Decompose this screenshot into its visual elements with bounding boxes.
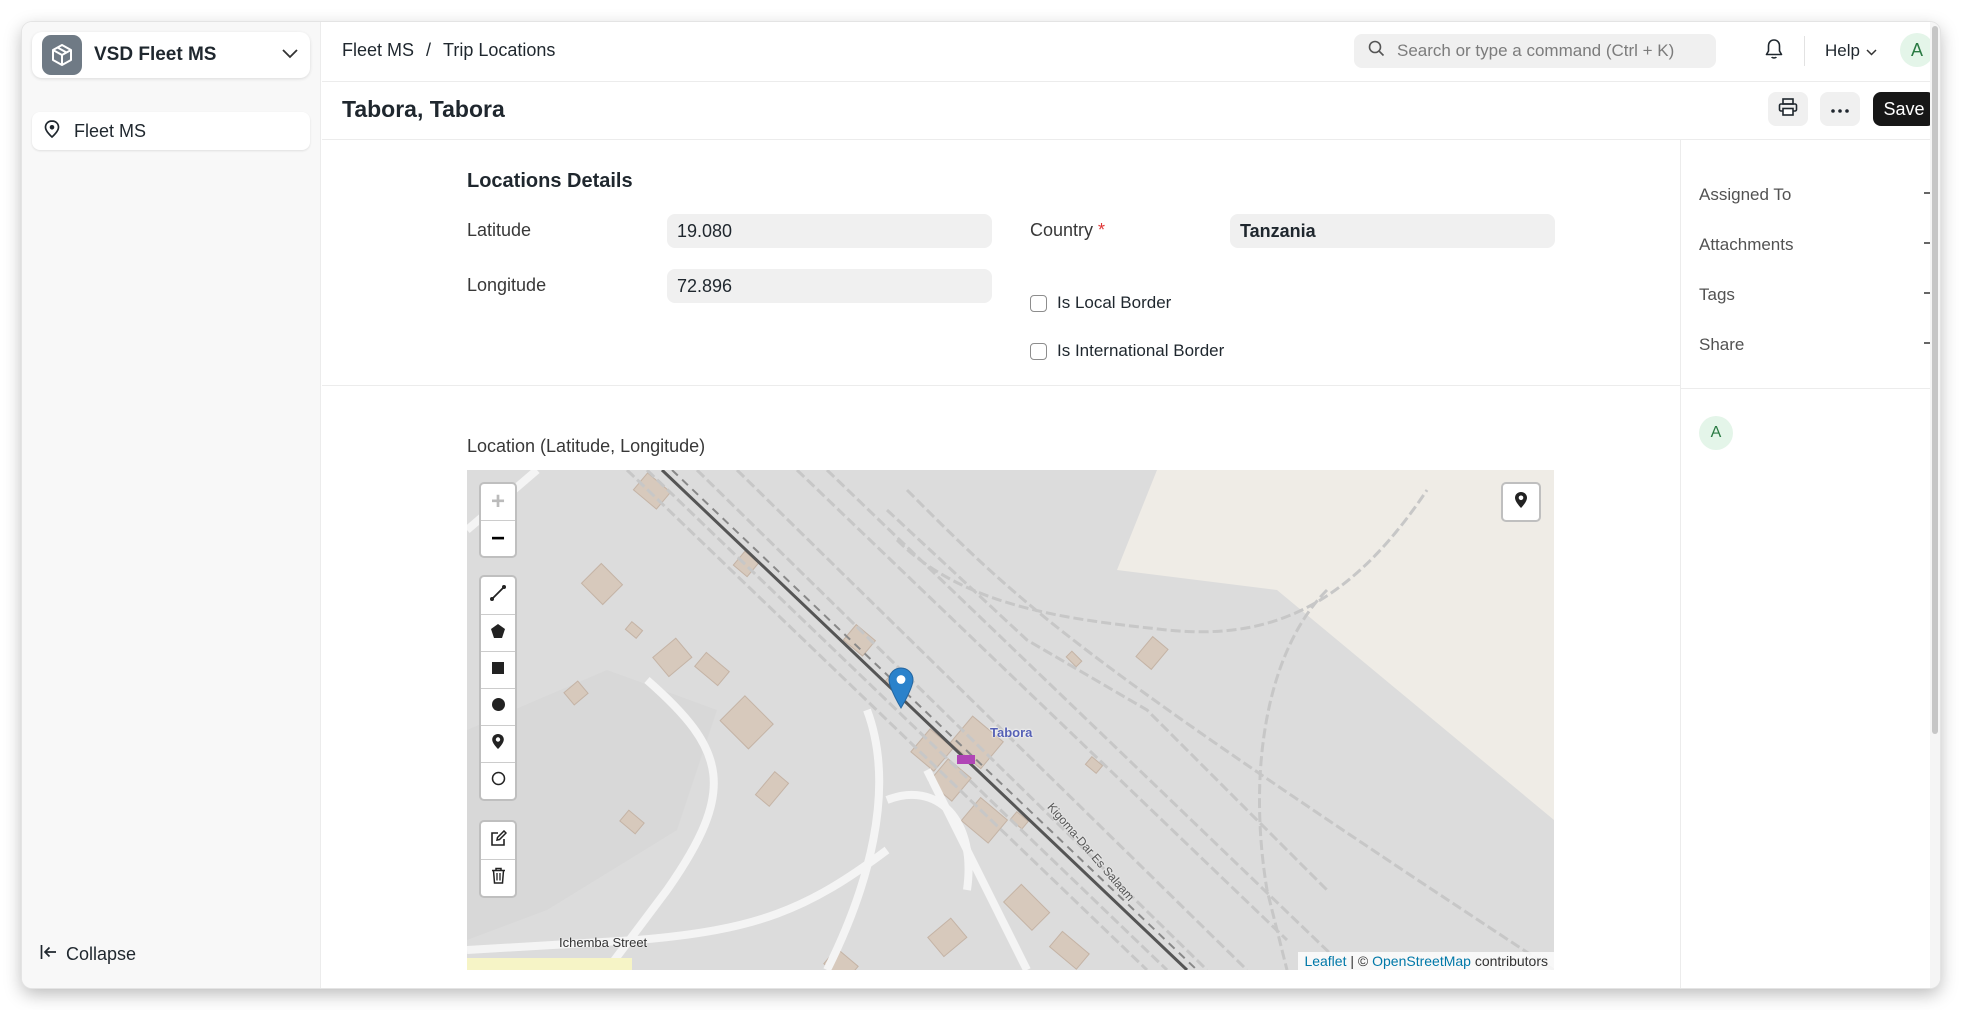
local-border-checkbox[interactable] — [1030, 294, 1047, 312]
app-switcher[interactable]: VSD Fleet MS — [32, 32, 310, 78]
zoom-control: + − — [479, 482, 517, 558]
sidebar: VSD Fleet MS Fleet MS Collapse — [22, 22, 321, 988]
user-avatar[interactable]: A — [1900, 33, 1934, 67]
app-window: VSD Fleet MS Fleet MS Collapse Fleet MS … — [22, 22, 1940, 988]
zoom-out-button[interactable]: − — [481, 520, 515, 556]
collapse-left-icon — [40, 944, 58, 965]
breadcrumb-trip-locations[interactable]: Trip Locations — [443, 40, 555, 61]
attribution-suffix: contributors — [1470, 953, 1548, 969]
map-tiles — [467, 470, 1554, 970]
draw-polygon-button[interactable] — [481, 614, 515, 651]
section-divider — [322, 385, 1680, 386]
sidebar-item-fleet-ms[interactable]: Fleet MS — [32, 112, 310, 150]
draw-circle-button[interactable] — [481, 688, 515, 725]
search-icon — [1368, 40, 1385, 62]
ellipsis-icon — [1831, 100, 1849, 118]
save-button[interactable]: Save — [1873, 92, 1935, 126]
locate-button[interactable] — [1501, 482, 1541, 522]
attachments-label: Attachments — [1699, 235, 1794, 254]
polygon-icon — [490, 623, 506, 644]
viewer-avatar: A — [1699, 416, 1733, 450]
latitude-label: Latitude — [467, 220, 532, 240]
delete-layers-button[interactable] — [481, 859, 515, 896]
trash-icon — [491, 867, 506, 889]
print-button[interactable] — [1768, 92, 1808, 126]
draw-circle-marker-button[interactable] — [481, 762, 515, 799]
app-logo-icon — [42, 35, 82, 75]
breadcrumb: Fleet MS / Trip Locations — [342, 40, 555, 61]
edit-toolbar — [479, 820, 517, 898]
assigned-to-label: Assigned To — [1699, 185, 1792, 204]
app-name: VSD Fleet MS — [94, 44, 217, 65]
map-street-label: Ichemba Street — [559, 935, 648, 950]
edit-icon — [490, 829, 507, 852]
longitude-input[interactable]: 72.896 — [667, 269, 992, 303]
attribution-separator: | © — [1346, 953, 1373, 969]
polyline-icon — [489, 584, 507, 607]
help-label: Help — [1825, 41, 1860, 60]
country-label: Country * — [1030, 220, 1105, 241]
map-field-label: Location (Latitude, Longitude) — [467, 436, 706, 456]
topbar-divider — [1804, 36, 1805, 66]
marker-icon — [491, 733, 505, 755]
required-marker: * — [1098, 220, 1106, 240]
openstreetmap-link[interactable]: OpenStreetMap — [1372, 953, 1471, 969]
latitude-input[interactable]: 19.080 — [667, 214, 992, 248]
scrollbar-thumb[interactable] — [1932, 26, 1938, 734]
help-dropdown[interactable]: Help — [1825, 41, 1877, 61]
draw-polyline-button[interactable] — [481, 577, 515, 614]
location-pin-icon — [44, 119, 60, 143]
section-title: Locations Details — [467, 170, 633, 192]
longitude-label: Longitude — [467, 275, 547, 295]
collapse-label: Collapse — [66, 944, 137, 964]
international-border-checkbox-row[interactable]: Is International Border — [1030, 341, 1224, 361]
collapse-button[interactable]: Collapse — [40, 944, 136, 965]
draw-toolbar — [479, 575, 517, 801]
main-area: Fleet MS / Trip Locations Search or type… — [322, 22, 1940, 988]
sidebar-item-label: Fleet MS — [74, 120, 147, 141]
topbar: Fleet MS / Trip Locations Search or type… — [322, 22, 1940, 82]
international-border-checkbox[interactable] — [1030, 342, 1047, 360]
share-label: Share — [1699, 335, 1745, 354]
attachments-row[interactable]: Attachments — [1699, 230, 1939, 260]
more-actions-button[interactable] — [1820, 92, 1860, 126]
notification-bell-icon[interactable] — [1764, 38, 1784, 65]
title-bar: Tabora, Tabora Save — [322, 82, 1940, 140]
tags-row[interactable]: Tags — [1699, 280, 1939, 310]
search-placeholder: Search or type a command (Ctrl + K) — [1397, 41, 1675, 60]
country-label-text: Country — [1030, 220, 1094, 240]
printer-icon — [1778, 97, 1798, 121]
share-row[interactable]: Share — [1699, 330, 1939, 360]
assigned-to-row[interactable]: Assigned To — [1699, 180, 1939, 210]
draw-marker-button[interactable] — [481, 725, 515, 762]
local-border-label: Is Local Border — [1057, 293, 1172, 312]
chevron-down-icon — [1866, 41, 1877, 61]
leaflet-link[interactable]: Leaflet — [1304, 953, 1346, 969]
edit-layers-button[interactable] — [481, 822, 515, 859]
breadcrumb-fleet-ms[interactable]: Fleet MS — [342, 40, 414, 61]
international-border-label: Is International Border — [1057, 341, 1225, 360]
form-body: Locations Details Latitude 19.080 Longit… — [322, 140, 1680, 988]
location-map[interactable]: Tabora Ichemba Street Kigoma-Dar Es Sala… — [467, 470, 1554, 970]
breadcrumb-separator: / — [426, 40, 432, 60]
rectangle-icon — [491, 661, 505, 680]
sidepanel-divider — [1681, 388, 1940, 389]
local-border-checkbox-row[interactable]: Is Local Border — [1030, 293, 1171, 313]
map-attribution: Leaflet | © OpenStreetMap contributors — [1298, 952, 1554, 970]
map-marker-label: Tabora — [990, 725, 1033, 740]
scrollbar[interactable] — [1930, 22, 1940, 988]
country-input[interactable]: Tanzania — [1230, 214, 1555, 248]
draw-rectangle-button[interactable] — [481, 651, 515, 688]
tags-label: Tags — [1699, 285, 1735, 304]
form-sidebar: Assigned To Attachments Tags Share A — [1680, 140, 1940, 988]
zoom-in-button[interactable]: + — [481, 484, 515, 520]
location-pin-icon — [1514, 491, 1528, 514]
circle-icon — [491, 697, 506, 717]
chevron-down-icon — [282, 46, 298, 64]
search-bar[interactable]: Search or type a command (Ctrl + K) — [1354, 34, 1716, 68]
circle-marker-icon — [491, 771, 506, 791]
page-title: Tabora, Tabora — [342, 96, 505, 122]
